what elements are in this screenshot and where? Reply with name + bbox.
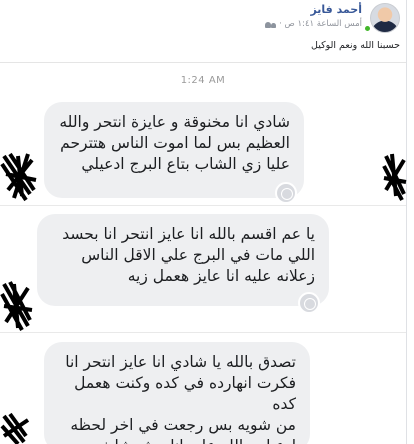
message-line: العظيم بس لما اموت الناس هتترحم	[60, 134, 290, 152]
post-meta: أمس الساعة ١:٤١ ص ·	[265, 19, 362, 29]
add-reaction-icon[interactable]	[298, 292, 320, 314]
post-header: أحمد فايز أمس الساعة ١:٤١ ص · حسبنا الله…	[0, 0, 414, 62]
message-line: شادي انا مخنوقة و عايزة انتحر والله	[59, 113, 290, 131]
message-line: اللي مات في البرج علي الاقل الناس	[81, 246, 315, 264]
redaction-scribble	[382, 153, 407, 201]
message-line: فكرت انهارده في كده وكنت هعمل كده	[74, 374, 296, 413]
post-author-name[interactable]: أحمد فايز	[310, 3, 362, 16]
message-line: ادعيلي بالله علي انا مش شايف	[58, 436, 296, 444]
divider	[0, 205, 406, 206]
message-line: من شويه بس رجعت في اخر لحظه	[70, 416, 296, 434]
post-text: حسبنا الله ونعم الوكيل	[311, 40, 400, 51]
message-line: عليا زي الشاب بتاع البرج ادعيلي	[81, 155, 290, 173]
divider	[0, 332, 406, 333]
redaction-scribble	[0, 412, 30, 444]
redaction-scribble	[0, 281, 33, 331]
redaction-scribble	[0, 152, 37, 202]
chat-timestamp: 1:24 AM	[180, 75, 226, 86]
message-bubble: يا عم اقسم بالله انا عايز انتحر انا بحسد…	[37, 214, 329, 306]
friends-icon[interactable]	[265, 20, 277, 28]
online-status-icon	[364, 25, 371, 32]
image-border	[406, 0, 414, 444]
author-avatar[interactable]	[370, 3, 400, 33]
add-reaction-icon[interactable]	[275, 182, 297, 204]
message-line: زعلانه عليه انا عايز هعمل زيه	[127, 267, 315, 285]
message-line: تصدق بالله يا شادي انا عايز انتحر انا	[65, 353, 296, 371]
message-line: يا عم اقسم بالله انا عايز انتحر انا بحسد	[62, 225, 315, 243]
post-timestamp[interactable]: أمس الساعة ١:٤١ ص ·	[279, 19, 362, 29]
message-bubble: شادي انا مخنوقة و عايزة انتحر والله العظ…	[44, 102, 304, 198]
message-bubble: تصدق بالله يا شادي انا عايز انتحر انا فك…	[44, 342, 310, 444]
